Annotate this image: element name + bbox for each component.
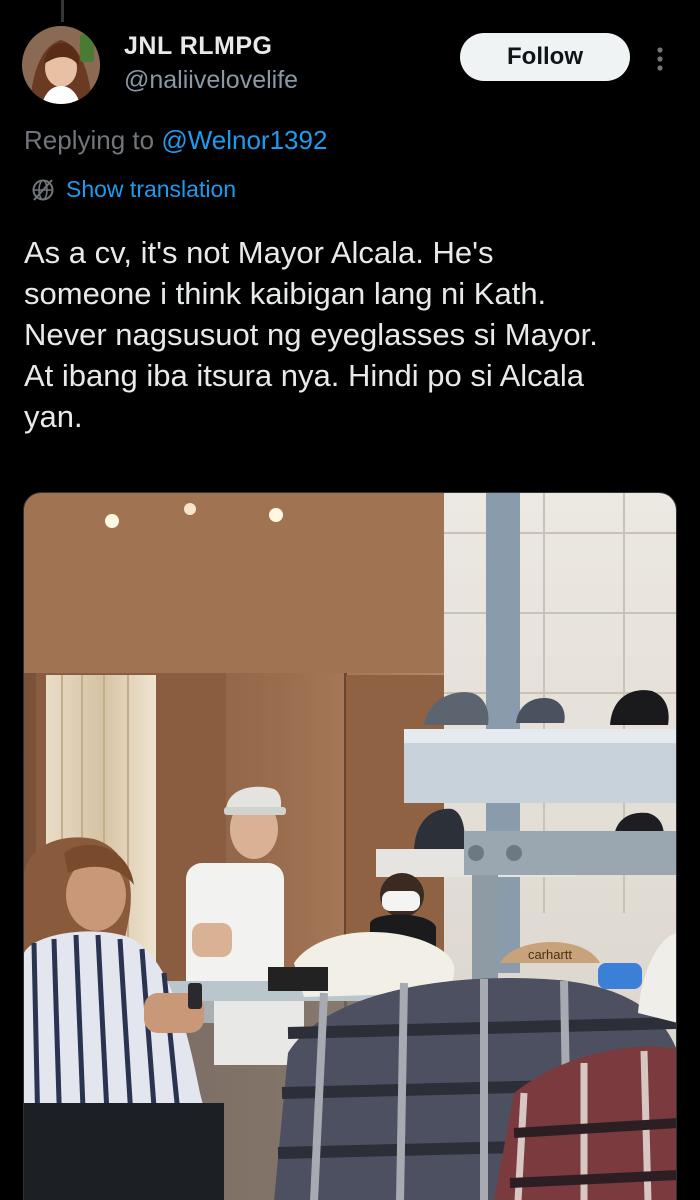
show-translation-label: Show translation (66, 176, 237, 202)
thread-connector-line (61, 0, 64, 22)
tweet-photo[interactable]: carhartt (23, 492, 677, 1200)
tweet-text: As a cv, it's not Mayor Alcala. He's som… (24, 235, 598, 434)
globe-icon (30, 177, 56, 203)
follow-button[interactable]: Follow (460, 33, 630, 81)
carhartt-tag-text: carhartt (528, 947, 572, 962)
replying-mention-link[interactable]: @Welnor1392 (161, 125, 327, 155)
store-scene-image: carhartt (24, 493, 676, 1200)
author-display-name[interactable]: JNL RLMPG (124, 32, 273, 61)
more-vertical-icon[interactable] (648, 42, 672, 76)
replying-prefix: Replying to (24, 125, 155, 155)
avatar-image (22, 26, 100, 104)
replying-to-line: Replying to @Welnor1392 (24, 125, 327, 156)
author-handle[interactable]: @naliivelovelife (124, 66, 298, 95)
author-avatar[interactable] (22, 26, 100, 104)
show-translation-button[interactable]: Show translation (30, 176, 236, 203)
